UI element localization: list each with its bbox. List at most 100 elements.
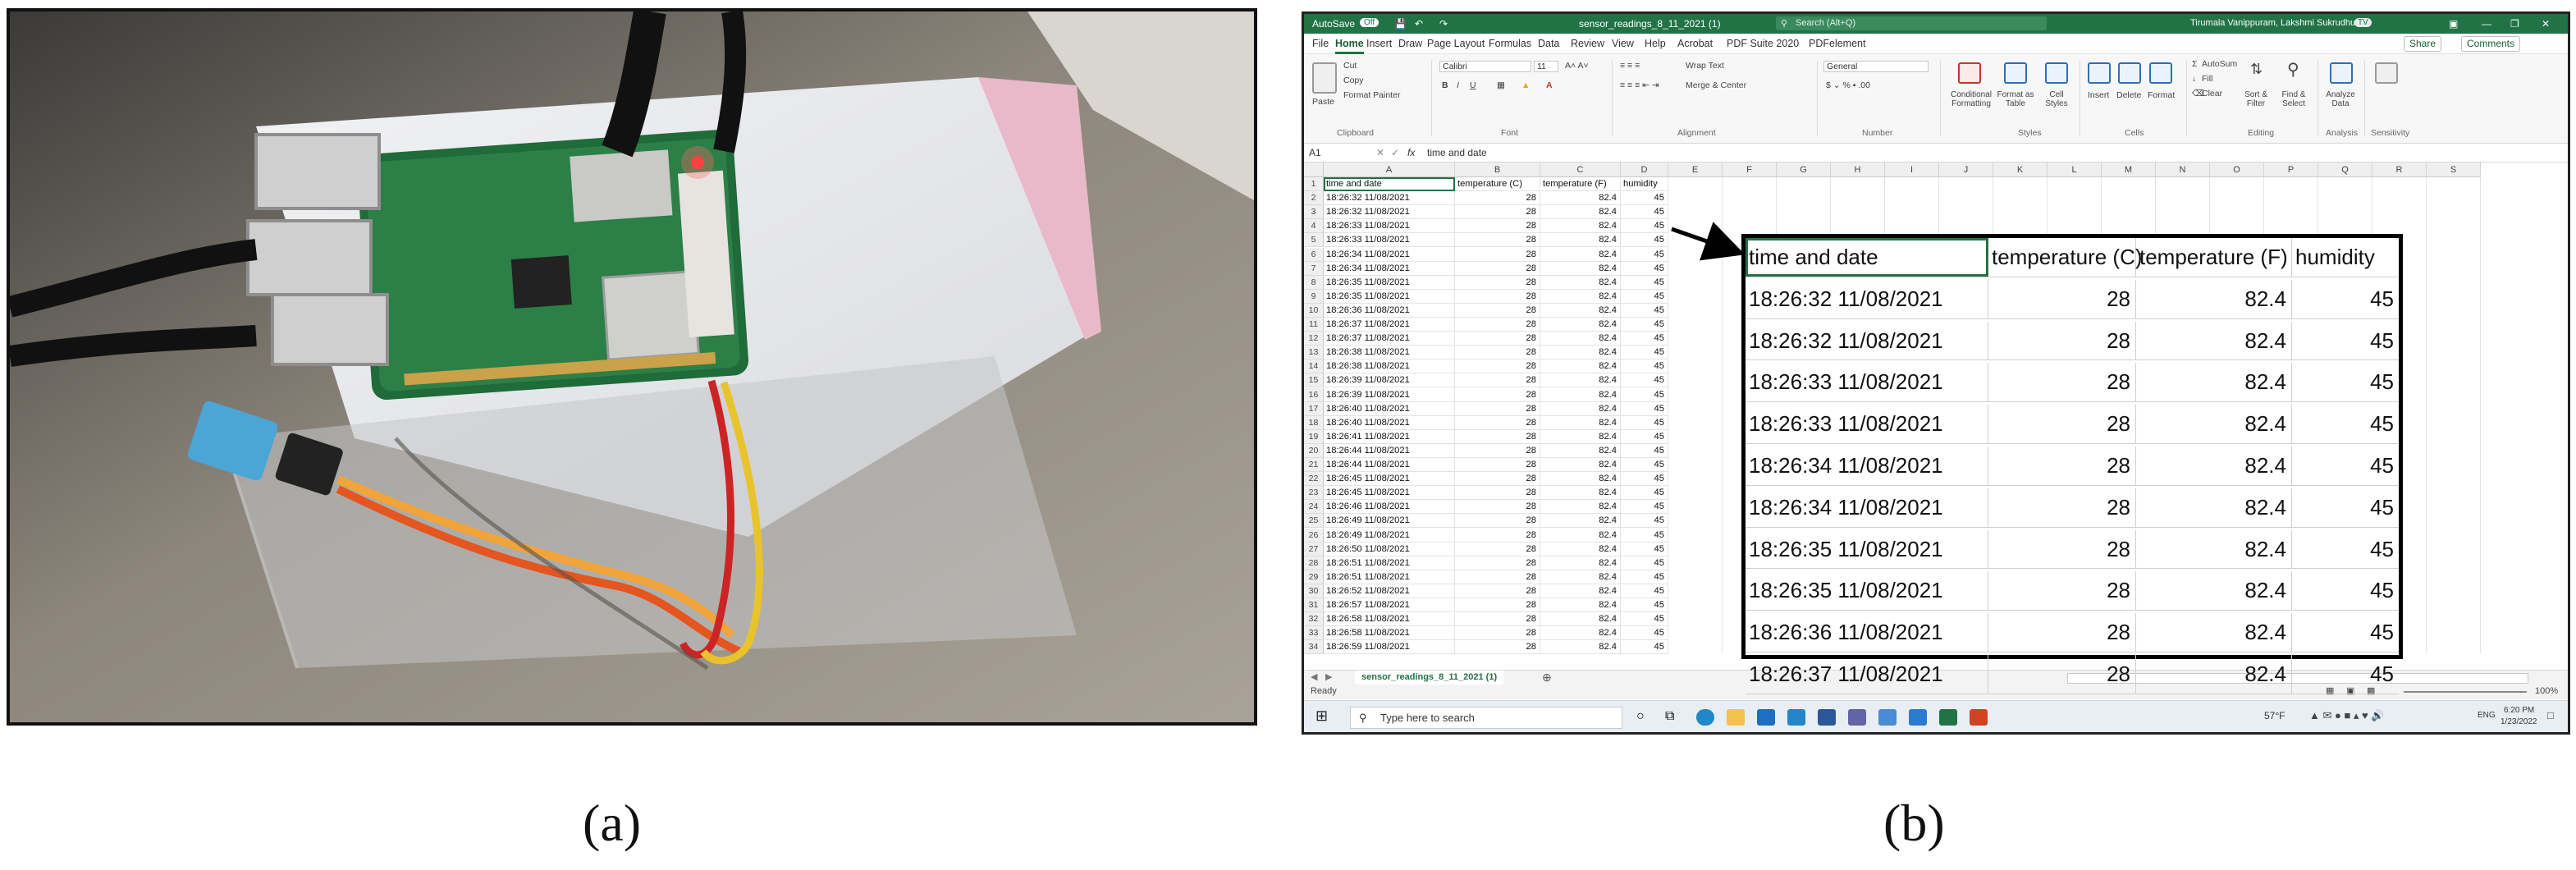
header-cell[interactable]: humidity (1621, 177, 1668, 191)
row-number[interactable]: 3 (1304, 205, 1324, 220)
edge-icon[interactable] (1696, 709, 1714, 726)
data-cell[interactable]: 28 (1455, 598, 1540, 612)
data-cell[interactable]: 18:26:51 11/08/2021 (1324, 570, 1455, 584)
data-cell[interactable]: 82.4 (1540, 542, 1621, 556)
column-header-j[interactable]: J (1939, 163, 1993, 177)
data-cell[interactable]: 18:26:44 11/08/2021 (1324, 458, 1455, 472)
data-cell[interactable]: 45 (1621, 401, 1668, 416)
data-cell[interactable]: 18:26:44 11/08/2021 (1324, 443, 1455, 458)
underline-icon[interactable]: U (1470, 80, 1476, 90)
cut-button[interactable]: Cut (1343, 61, 1357, 71)
row-number[interactable]: 19 (1304, 429, 1324, 444)
row-number[interactable]: 6 (1304, 247, 1324, 262)
user-avatar[interactable]: TV (2354, 18, 2372, 27)
close-icon[interactable]: ✕ (2542, 18, 2550, 30)
autosum-icon[interactable]: Σ (2192, 59, 2198, 69)
language-indicator[interactable]: ENG (2478, 711, 2496, 720)
data-cell[interactable]: 45 (1621, 542, 1668, 556)
data-cell[interactable]: 45 (1621, 247, 1668, 262)
row-number[interactable]: 17 (1304, 401, 1324, 416)
align-left-icon[interactable]: ≡ ≡ ≡ ⇤ ⇥ (1620, 80, 1659, 90)
data-cell[interactable]: 28 (1455, 458, 1540, 472)
data-cell[interactable]: 82.4 (1540, 289, 1621, 304)
data-cell[interactable]: 82.4 (1540, 415, 1621, 430)
column-header-f[interactable]: F (1723, 163, 1777, 177)
data-cell[interactable]: 82.4 (1540, 359, 1621, 374)
data-cell[interactable]: 45 (1621, 359, 1668, 374)
powerpoint-icon[interactable] (1970, 709, 1988, 726)
data-cell[interactable]: 82.4 (1540, 247, 1621, 262)
tab-file[interactable]: File (1312, 38, 1329, 49)
data-cell[interactable]: 18:26:34 11/08/2021 (1324, 247, 1455, 262)
data-cell[interactable]: 82.4 (1540, 584, 1621, 598)
data-cell[interactable]: 28 (1455, 472, 1540, 487)
data-cell[interactable]: 28 (1455, 332, 1540, 346)
data-cell[interactable]: 82.4 (1540, 429, 1621, 444)
row-number[interactable]: 26 (1304, 528, 1324, 543)
cancel-icon[interactable]: ✕ (1376, 147, 1384, 158)
row-number[interactable]: 33 (1304, 626, 1324, 641)
data-cell[interactable]: 28 (1455, 626, 1540, 641)
row-number[interactable]: 28 (1304, 556, 1324, 570)
data-cell[interactable]: 45 (1621, 205, 1668, 220)
data-cell[interactable]: 18:26:51 11/08/2021 (1324, 556, 1455, 570)
data-cell[interactable]: 45 (1621, 514, 1668, 529)
column-header-h[interactable]: H (1831, 163, 1885, 177)
row-number[interactable]: 23 (1304, 486, 1324, 501)
data-cell[interactable]: 18:26:58 11/08/2021 (1324, 626, 1455, 641)
row-number[interactable]: 29 (1304, 570, 1324, 584)
data-cell[interactable]: 18:26:57 11/08/2021 (1324, 598, 1455, 612)
sort-filter-icon[interactable]: ⇅ (2250, 61, 2263, 78)
share-button[interactable]: Share (2404, 36, 2442, 52)
tab-review[interactable]: Review (1571, 38, 1604, 49)
data-cell[interactable]: 45 (1621, 429, 1668, 444)
font-size-select[interactable]: 11 (1534, 61, 1558, 72)
find-select-icon[interactable]: ⚲ (2287, 59, 2299, 80)
row-number[interactable]: 7 (1304, 261, 1324, 276)
data-cell[interactable]: 45 (1621, 261, 1668, 276)
data-cell[interactable]: 82.4 (1540, 570, 1621, 584)
task-view-icon[interactable]: ⧉ (1665, 709, 1674, 724)
column-header-l[interactable]: L (2048, 163, 2102, 177)
row-number[interactable]: 24 (1304, 500, 1324, 515)
copy-button[interactable]: Copy (1343, 76, 1364, 85)
data-cell[interactable]: 82.4 (1540, 275, 1621, 290)
italic-icon[interactable]: I (1457, 80, 1459, 90)
header-cell[interactable]: temperature (C) (1455, 177, 1540, 191)
autosave-toggle[interactable]: Off (1360, 18, 1380, 27)
data-cell[interactable]: 18:26:40 11/08/2021 (1324, 415, 1455, 430)
column-header-p[interactable]: P (2264, 163, 2318, 177)
data-cell[interactable]: 82.4 (1540, 443, 1621, 458)
tab-formulas[interactable]: Formulas (1489, 38, 1531, 49)
data-cell[interactable]: 28 (1455, 233, 1540, 248)
font-grow-icon[interactable]: A˄ A˅ (1565, 61, 1589, 71)
mail-icon[interactable] (1787, 709, 1805, 726)
tab-insert[interactable]: Insert (1366, 38, 1392, 49)
excel-taskbar-icon[interactable] (1939, 709, 1957, 726)
data-cell[interactable]: 28 (1455, 261, 1540, 276)
data-cell[interactable]: 82.4 (1540, 233, 1621, 248)
row-number[interactable]: 18 (1304, 415, 1324, 430)
row-number[interactable]: 32 (1304, 612, 1324, 627)
clock-time[interactable]: 6:20 PM (2504, 706, 2534, 715)
name-box[interactable]: A1 (1309, 147, 1321, 158)
data-cell[interactable]: 45 (1621, 626, 1668, 641)
column-header-n[interactable]: N (2156, 163, 2210, 177)
data-cell[interactable]: 45 (1621, 486, 1668, 501)
row-number[interactable]: 10 (1304, 303, 1324, 318)
row-number[interactable]: 22 (1304, 472, 1324, 487)
data-cell[interactable]: 45 (1621, 387, 1668, 402)
data-cell[interactable]: 82.4 (1540, 303, 1621, 318)
data-cell[interactable]: 18:26:45 11/08/2021 (1324, 472, 1455, 487)
data-cell[interactable]: 45 (1621, 219, 1668, 234)
select-all-corner[interactable] (1304, 163, 1324, 177)
row-number[interactable]: 4 (1304, 219, 1324, 234)
onedrive-icon[interactable] (1909, 709, 1927, 726)
row-number[interactable]: 16 (1304, 387, 1324, 402)
data-cell[interactable]: 82.4 (1540, 387, 1621, 402)
data-cell[interactable]: 18:26:49 11/08/2021 (1324, 514, 1455, 529)
row-number[interactable]: 27 (1304, 542, 1324, 556)
column-header-s[interactable]: S (2427, 163, 2481, 177)
data-cell[interactable]: 28 (1455, 303, 1540, 318)
data-cell[interactable]: 82.4 (1540, 626, 1621, 641)
